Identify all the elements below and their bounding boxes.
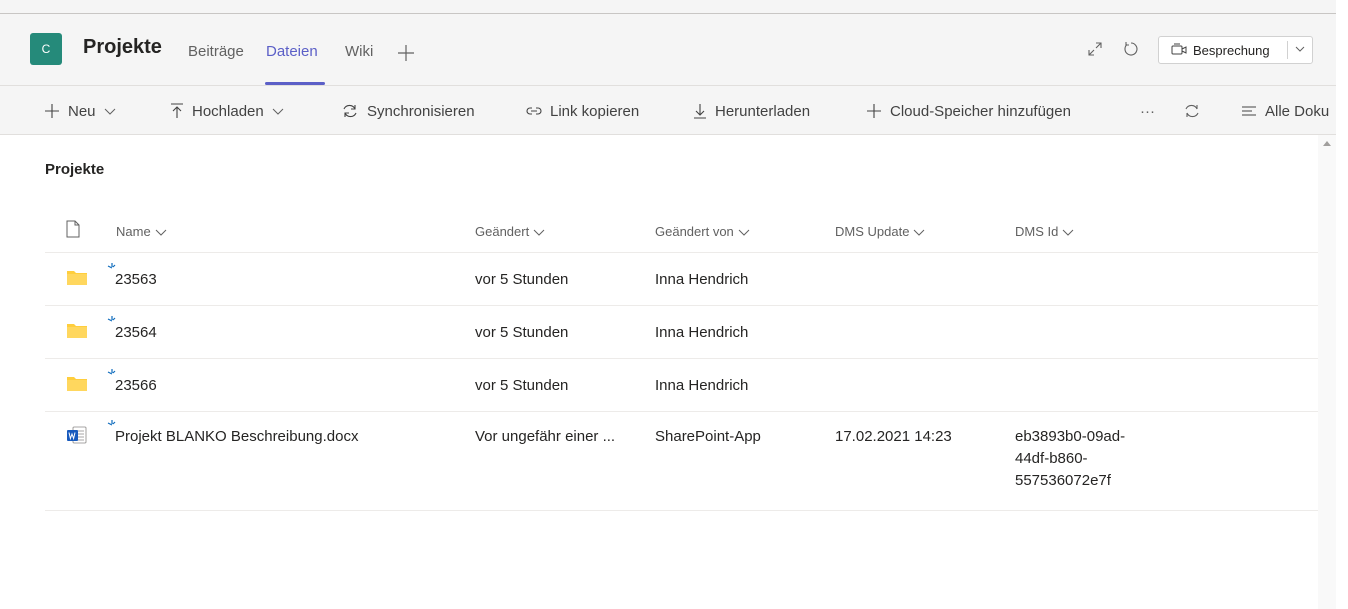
command-bar: Neu Hochladen Synchronisieren Link kopie… <box>0 87 1336 135</box>
expand-button[interactable] <box>1084 38 1106 60</box>
modified-by: Inna Hendrich <box>655 271 749 288</box>
plus-icon <box>398 45 414 61</box>
column-header-dms-update[interactable]: DMS Update <box>835 224 925 239</box>
file-name[interactable]: 23566 <box>115 375 157 397</box>
column-header-modified[interactable]: Geändert <box>475 224 545 239</box>
channel-header: C Projekte Beiträge Dateien Wiki Besprec… <box>0 14 1336 86</box>
chevron-down-icon <box>1062 229 1074 236</box>
vertical-scrollbar[interactable] <box>1318 135 1336 609</box>
meeting-button-divider <box>1287 41 1288 59</box>
chevron-down-icon <box>272 108 284 115</box>
refresh-button[interactable] <box>1120 38 1142 60</box>
new-button-label: Neu <box>68 102 96 120</box>
dms-id-line: 44df-b860- <box>1015 450 1088 467</box>
modified-date: vor 5 Stunden <box>475 324 569 341</box>
add-cloud-storage-button[interactable]: Cloud-Speicher hinzufügen <box>866 101 1071 121</box>
modified-date: vor 5 Stunden <box>475 377 569 394</box>
sync-button[interactable]: Synchronisieren <box>341 101 475 121</box>
column-header-modified-by-label: Geändert von <box>655 224 734 239</box>
view-switcher[interactable]: Alle Doku <box>1241 101 1329 121</box>
column-header-dms-id[interactable]: DMS Id <box>1015 224 1074 239</box>
copy-link-button-label: Link kopieren <box>550 102 640 120</box>
dms-update: 17.02.2021 14:23 <box>835 428 952 445</box>
caret-up-icon <box>1323 141 1331 146</box>
modified-by: Inna Hendrich <box>655 324 749 341</box>
dms-id-line: eb3893b0-09ad- <box>1015 428 1126 445</box>
library-title: Projekte <box>45 161 105 178</box>
dms-id-line: 557536072e7f <box>1015 472 1111 489</box>
download-button-label: Herunterladen <box>715 102 811 120</box>
tab-dateien[interactable]: Dateien <box>266 43 318 60</box>
modified-date: vor 5 Stunden <box>475 271 569 288</box>
view-switcher-label: Alle Doku <box>1265 102 1330 120</box>
column-header-dms-id-label: DMS Id <box>1015 224 1059 239</box>
link-icon <box>526 107 542 115</box>
sync-icon <box>343 104 357 118</box>
refresh-library-button[interactable] <box>1183 101 1209 121</box>
dms-id: eb3893b0-09ad- 44df-b860- 557536072e7f <box>1015 426 1125 492</box>
upload-icon <box>171 103 183 118</box>
word-document-icon <box>67 426 87 444</box>
chevron-down-icon <box>533 229 545 236</box>
table-row[interactable]: 23563 vor 5 Stunden Inna Hendrich <box>45 252 1318 305</box>
column-header-name[interactable]: Name <box>116 224 167 239</box>
plus-icon <box>45 104 59 118</box>
scroll-up-button[interactable] <box>1318 140 1336 152</box>
document-library: Projekte Name Geändert Geändert von DMS … <box>0 135 1318 609</box>
add-cloud-storage-label: Cloud-Speicher hinzufügen <box>890 102 1071 120</box>
file-name[interactable]: 23564 <box>115 322 157 344</box>
modified-by: Inna Hendrich <box>655 377 749 394</box>
new-button[interactable]: Neu <box>44 101 116 121</box>
column-header-modified-by[interactable]: Geändert von <box>655 224 750 239</box>
folder-icon <box>67 271 87 285</box>
table-row[interactable]: Projekt BLANKO Beschreibung.docx Vor ung… <box>45 411 1318 511</box>
column-header-dms-update-label: DMS Update <box>835 224 910 239</box>
file-name[interactable]: 23563 <box>115 269 157 291</box>
folder-icon <box>67 324 87 338</box>
upload-button[interactable]: Hochladen <box>170 101 284 121</box>
chevron-down-icon <box>738 229 750 236</box>
plus-icon <box>867 104 881 118</box>
column-header-modified-label: Geändert <box>475 224 530 239</box>
meeting-button[interactable]: Besprechung <box>1158 36 1313 64</box>
refresh-icon <box>1124 42 1138 56</box>
upload-button-label: Hochladen <box>192 102 264 120</box>
download-button[interactable]: Herunterladen <box>693 101 810 121</box>
chevron-down-icon[interactable] <box>1294 42 1306 59</box>
window-edge <box>1336 0 1348 609</box>
sync-button-label: Synchronisieren <box>367 102 475 120</box>
active-tab-indicator <box>265 82 325 85</box>
download-icon <box>694 104 706 119</box>
table-row[interactable]: 23564 vor 5 Stunden Inna Hendrich <box>45 305 1318 358</box>
modified-by: SharePoint-App <box>655 428 761 445</box>
column-header-name-label: Name <box>116 224 151 239</box>
table-row[interactable]: 23566 vor 5 Stunden Inna Hendrich <box>45 358 1318 411</box>
video-camera-icon <box>1171 42 1187 58</box>
chevron-down-icon <box>914 229 925 236</box>
tab-wiki[interactable]: Wiki <box>345 43 373 60</box>
team-avatar[interactable]: C <box>30 33 62 65</box>
meeting-button-label: Besprechung <box>1193 42 1270 58</box>
document-icon <box>66 220 80 238</box>
folder-icon <box>67 377 87 391</box>
channel-title: Projekte <box>83 36 162 58</box>
add-tab-button[interactable] <box>397 36 415 68</box>
list-view-icon <box>1242 106 1256 116</box>
copy-link-button[interactable]: Link kopieren <box>526 101 639 121</box>
chevron-down-icon <box>155 229 167 236</box>
more-options-button[interactable]: ··· <box>1140 101 1155 121</box>
chevron-down-icon <box>104 108 115 115</box>
file-type-header-icon[interactable] <box>66 220 80 243</box>
tab-beitraege[interactable]: Beiträge <box>188 43 244 60</box>
file-name[interactable]: Projekt BLANKO Beschreibung.docx <box>115 426 358 448</box>
more-icon: ··· <box>1140 102 1155 120</box>
expand-icon <box>1088 42 1102 56</box>
modified-date: Vor ungefähr einer ... <box>475 428 616 445</box>
refresh-icon <box>1185 104 1199 118</box>
